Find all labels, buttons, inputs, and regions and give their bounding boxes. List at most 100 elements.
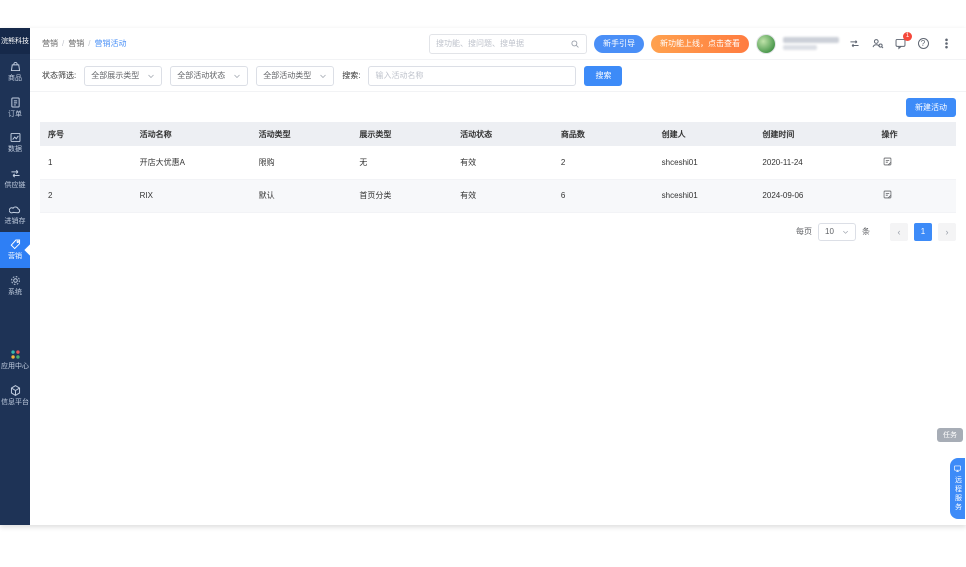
- activity-status-select[interactable]: 全部活动状态: [170, 66, 248, 86]
- breadcrumb-item[interactable]: 营销: [42, 38, 58, 49]
- sidebar-item-system[interactable]: 系统: [0, 268, 30, 304]
- cell-activity-status: 有效: [452, 179, 553, 212]
- table-toolbar: 新建活动: [40, 98, 956, 117]
- supply-chain-icon: [9, 167, 22, 180]
- sidebar-item-data[interactable]: 数据: [0, 125, 30, 161]
- edit-activity-button[interactable]: [882, 156, 893, 167]
- cell-goods-count: 2: [553, 146, 654, 179]
- cell-creator: shceshi01: [654, 146, 755, 179]
- cell-seq: 1: [40, 146, 132, 179]
- per-page-value: 10: [825, 227, 834, 236]
- page-number-current[interactable]: 1: [914, 223, 932, 241]
- sidebar-item-label: 进销存: [5, 218, 26, 226]
- username-blur-subline: [783, 45, 817, 50]
- app-window: 浣熊科技 商品 订单 数据 供应链 进销存: [0, 28, 966, 525]
- cell-display-type: 首页分类: [351, 179, 452, 212]
- sidebar-item-marketing[interactable]: 营销: [0, 232, 30, 268]
- cell-creator: shceshi01: [654, 179, 755, 212]
- cell-created-at: 2024-09-06: [754, 179, 873, 212]
- topbar: 营销 / 营销 / 营销活动 新手引导 新功能上线，点击查看: [30, 28, 966, 60]
- breadcrumb-item[interactable]: 营销: [68, 38, 84, 49]
- message-badge: 1: [903, 32, 912, 41]
- next-page-button[interactable]: ›: [938, 223, 956, 241]
- col-actions: 操作: [874, 122, 957, 146]
- platform-icon: [9, 384, 22, 397]
- sidebar-item-label: 应用中心: [1, 363, 29, 371]
- breadcrumb-separator: /: [88, 39, 90, 48]
- cell-created-at: 2020-11-24: [754, 146, 873, 179]
- help-button[interactable]: ?: [915, 36, 931, 52]
- person-search-icon: [871, 37, 884, 50]
- username-blur-line: [783, 37, 839, 43]
- chevron-down-icon: [842, 228, 849, 236]
- per-page-label: 每页: [796, 226, 812, 237]
- remote-service-label: 远程服务: [953, 476, 963, 512]
- table-row: 2 RIX 默认 首页分类 有效 6 shceshi01 2024-09-06: [40, 179, 956, 212]
- prev-page-button[interactable]: ‹: [890, 223, 908, 241]
- guide-button[interactable]: 新手引导: [594, 35, 644, 53]
- filter-bar: 状态筛选: 全部展示类型 全部活动状态 全部活动类型 搜索: 搜索: [30, 60, 966, 92]
- cell-display-type: 无: [351, 146, 452, 179]
- chevron-down-icon: [319, 72, 327, 80]
- sidebar-item-label: 信息平台: [1, 399, 29, 407]
- sidebar-item-label: 营销: [8, 253, 22, 261]
- per-page-select[interactable]: 10: [818, 223, 856, 241]
- display-type-select-value: 全部展示类型: [91, 70, 139, 81]
- col-seq: 序号: [40, 122, 132, 146]
- global-search-input[interactable]: [436, 39, 566, 48]
- cell-activity-type: 默认: [251, 179, 352, 212]
- more-menu-button[interactable]: [938, 36, 954, 52]
- order-icon: [9, 96, 22, 109]
- cell-goods-count: 6: [553, 179, 654, 212]
- messages-button[interactable]: 1: [892, 36, 908, 52]
- remote-service-ribbon[interactable]: 远程服务: [950, 458, 965, 519]
- sidebar-item-goods[interactable]: 商品: [0, 54, 30, 90]
- breadcrumb-separator: /: [62, 39, 64, 48]
- sidebar-item-label: 订单: [8, 111, 22, 119]
- sidebar-bottom-group: 应用中心 信息平台: [0, 342, 30, 413]
- chevron-down-icon: [147, 72, 155, 80]
- sidebar-item-label: 系统: [8, 289, 22, 297]
- sidebar-item-supply-chain[interactable]: 供应链: [0, 161, 30, 197]
- chart-icon: [9, 131, 22, 144]
- task-float-tag[interactable]: 任务: [937, 428, 963, 442]
- table-row: 1 开店大优惠A 限购 无 有效 2 shceshi01 2020-11-24: [40, 146, 956, 179]
- content-area: 新建活动 序号 活动名称 活动类型 展示类型 活动状态: [30, 92, 966, 525]
- activity-type-select[interactable]: 全部活动类型: [256, 66, 334, 86]
- avatar[interactable]: [756, 34, 776, 54]
- username-redacted[interactable]: [783, 37, 839, 50]
- edit-activity-button[interactable]: [882, 189, 893, 200]
- bag-icon: [9, 60, 22, 73]
- breadcrumb: 营销 / 营销 / 营销活动: [42, 38, 126, 49]
- cell-activity-name: RIX: [132, 179, 251, 212]
- search-button[interactable]: 搜索: [584, 66, 622, 86]
- sidebar-item-info-platform[interactable]: 信息平台: [0, 378, 30, 414]
- display-type-select[interactable]: 全部展示类型: [84, 66, 162, 86]
- find-user-button[interactable]: [869, 36, 885, 52]
- edit-form-icon: [882, 156, 893, 167]
- col-creator: 创建人: [654, 122, 755, 146]
- switch-account-button[interactable]: [846, 36, 862, 52]
- search-icon[interactable]: [570, 39, 580, 49]
- activity-name-input[interactable]: [368, 66, 576, 86]
- page: 浣熊科技 商品 订单 数据 供应链 进销存: [0, 0, 966, 567]
- swap-icon: [848, 37, 861, 50]
- col-activity-name: 活动名称: [132, 122, 251, 146]
- chevron-down-icon: [233, 72, 241, 80]
- col-display-type: 展示类型: [351, 122, 452, 146]
- monitor-icon: [953, 464, 962, 473]
- status-filter-label: 状态筛选:: [42, 70, 76, 81]
- table-header-row: 序号 活动名称 活动类型 展示类型 活动状态 商品数 创建人 创建时间 操作: [40, 122, 956, 146]
- apps-icon: [9, 348, 22, 361]
- kebab-menu-icon: [940, 37, 953, 50]
- main-area: 营销 / 营销 / 营销活动 新手引导 新功能上线，点击查看: [30, 28, 966, 525]
- per-page-unit-label: 条: [862, 226, 870, 237]
- create-activity-button[interactable]: 新建活动: [906, 98, 956, 117]
- sidebar-item-app-center[interactable]: 应用中心: [0, 342, 30, 378]
- col-activity-status: 活动状态: [452, 122, 553, 146]
- sidebar-item-inventory[interactable]: 进销存: [0, 197, 30, 233]
- new-feature-button[interactable]: 新功能上线，点击查看: [651, 35, 749, 53]
- inventory-icon: [9, 203, 22, 216]
- sidebar-item-orders[interactable]: 订单: [0, 90, 30, 126]
- gear-icon: [9, 274, 22, 287]
